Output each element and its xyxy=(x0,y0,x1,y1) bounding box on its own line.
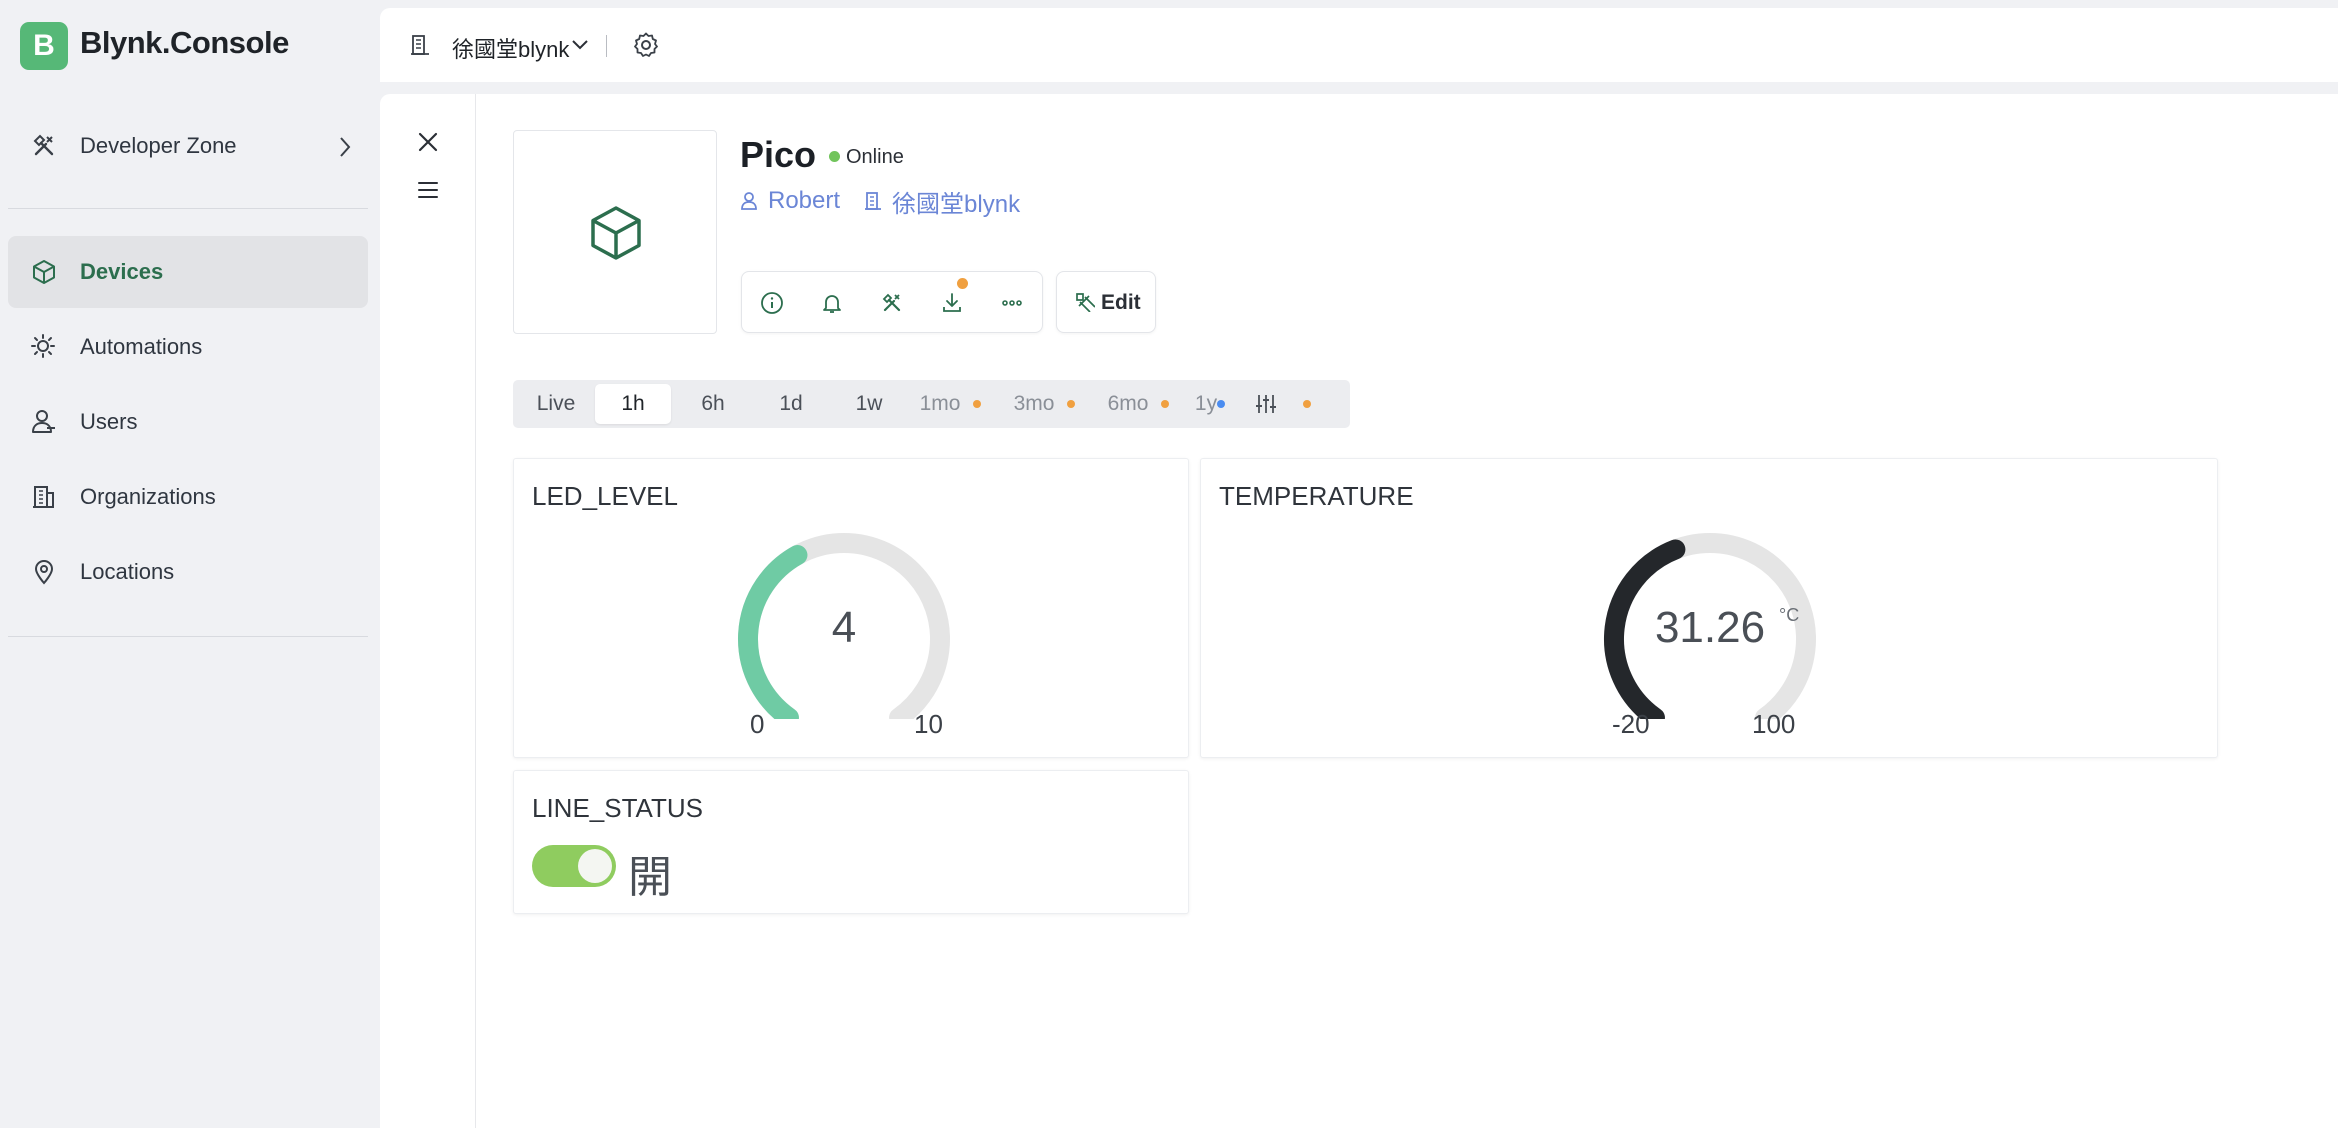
premium-dot xyxy=(1161,400,1169,408)
sidebar-item-locations[interactable]: Locations xyxy=(8,536,368,608)
toggle-state-label: 開 xyxy=(628,853,672,902)
menu-icon[interactable] xyxy=(416,180,440,200)
download-icon xyxy=(943,293,961,312)
sidebar-item-automations[interactable]: Automations xyxy=(8,311,368,383)
gauge-value: 31.26 xyxy=(1654,603,1766,652)
edit-button[interactable]: Edit xyxy=(1056,271,1156,333)
tab-1w[interactable]: 1w xyxy=(831,384,907,424)
sidebar-item-label: Devices xyxy=(80,259,164,284)
sidebar-item-organizations[interactable]: Organizations xyxy=(8,461,368,533)
more-icon xyxy=(1002,300,1022,306)
gauge-max: 10 xyxy=(914,709,943,739)
app-title[interactable]: Blynk.Console xyxy=(80,25,289,61)
close-icon[interactable] xyxy=(416,130,440,154)
more-button[interactable] xyxy=(997,288,1027,318)
gear-icon[interactable] xyxy=(632,31,660,59)
sidebar-item-label: Developer Zone xyxy=(80,133,237,158)
sidebar-divider xyxy=(8,636,368,637)
developer-tools-button[interactable] xyxy=(877,288,907,318)
gauge-max: 100 xyxy=(1752,709,1796,739)
chevron-down-icon[interactable] xyxy=(570,38,590,52)
organization-link[interactable]: 徐國堂blynk xyxy=(892,184,1020,219)
status-badge: Online xyxy=(846,146,904,168)
device-meta: Robert 徐國堂blynk xyxy=(740,184,1020,219)
tab-3mo[interactable]: 3mo xyxy=(1009,384,1059,424)
separator xyxy=(606,35,607,57)
time-range-tabs: Live 1h 6h 1d 1w 1mo 3mo 6mo 1y xyxy=(513,380,1350,428)
tab-1d[interactable]: 1d xyxy=(753,384,829,424)
cube-icon xyxy=(33,260,55,284)
tab-1mo[interactable]: 1mo xyxy=(915,384,965,424)
premium-dot xyxy=(1067,400,1075,408)
location-pin-icon xyxy=(34,559,54,585)
tools-icon xyxy=(882,293,901,312)
premium-dot xyxy=(1303,400,1311,408)
top-bar: 徐國堂blynk xyxy=(380,8,2338,82)
building-icon xyxy=(411,35,429,55)
bell-icon xyxy=(823,295,841,313)
widget-line-status[interactable]: LINE_STATUS 開 xyxy=(513,770,1189,914)
logo-icon[interactable]: B xyxy=(20,22,68,70)
widget-led-level[interactable]: LED_LEVEL 4 0 10 xyxy=(513,458,1189,758)
device-image[interactable] xyxy=(513,130,717,334)
edit-button-label: Edit xyxy=(1101,291,1141,314)
device-actions xyxy=(741,271,1043,333)
sidebar-item-label: Organizations xyxy=(80,484,216,509)
sidebar-item-label: Automations xyxy=(80,334,203,359)
users-icon xyxy=(32,410,55,433)
tab-live[interactable]: Live xyxy=(521,384,591,424)
tab-6h[interactable]: 6h xyxy=(675,384,751,424)
info-button[interactable] xyxy=(757,288,787,318)
gauge-min: 0 xyxy=(750,709,765,739)
cube-icon xyxy=(591,206,641,260)
side-rail xyxy=(380,94,476,1128)
device-name: Pico xyxy=(740,134,817,175)
gauge-value: 4 xyxy=(831,603,857,652)
toggle-knob xyxy=(578,849,612,883)
widget-temperature[interactable]: TEMPERATURE 31.26 °C -20 100 xyxy=(1200,458,2218,758)
tab-custom-range[interactable] xyxy=(1241,384,1291,424)
download-button[interactable] xyxy=(937,288,967,318)
sidebar-item-devices[interactable]: Devices xyxy=(8,236,368,308)
notifications-button[interactable] xyxy=(817,288,847,318)
main-panel: Pico Online Robert 徐國堂blynk Edit Live 1h… xyxy=(380,94,2338,1128)
building-icon xyxy=(865,192,882,210)
tab-6mo[interactable]: 6mo xyxy=(1103,384,1153,424)
org-switcher[interactable]: 徐國堂blynk xyxy=(452,32,569,64)
owner-link[interactable]: Robert xyxy=(768,187,840,215)
sidebar-item-users[interactable]: Users xyxy=(8,386,368,458)
widget-title: LINE_STATUS xyxy=(532,793,703,823)
gauge-unit: °C xyxy=(1779,605,1800,625)
sidebar: B Blynk.Console Developer Zone Devices A… xyxy=(0,0,380,1128)
status-dot xyxy=(829,151,840,162)
tab-1h[interactable]: 1h xyxy=(595,384,671,424)
automation-icon xyxy=(31,334,55,358)
building-icon xyxy=(33,486,54,508)
sliders-icon xyxy=(1256,395,1276,413)
widget-title: TEMPERATURE xyxy=(1219,481,1414,511)
sidebar-divider xyxy=(8,208,368,209)
premium-dot xyxy=(1217,400,1225,408)
sidebar-item-label: Locations xyxy=(80,559,175,584)
tools-icon xyxy=(33,134,54,156)
info-icon xyxy=(761,292,783,314)
gauge-min: -20 xyxy=(1612,709,1650,739)
notification-dot xyxy=(957,278,968,289)
premium-dot xyxy=(973,400,981,408)
user-icon xyxy=(741,192,757,210)
sidebar-item-label: Users xyxy=(80,409,138,434)
line-status-toggle[interactable] xyxy=(532,845,616,887)
chevron-right-icon xyxy=(340,137,351,157)
sidebar-item-developer-zone[interactable]: Developer Zone xyxy=(8,110,368,182)
widget-title: LED_LEVEL xyxy=(532,481,678,511)
edit-dashboard-icon xyxy=(1076,293,1095,312)
